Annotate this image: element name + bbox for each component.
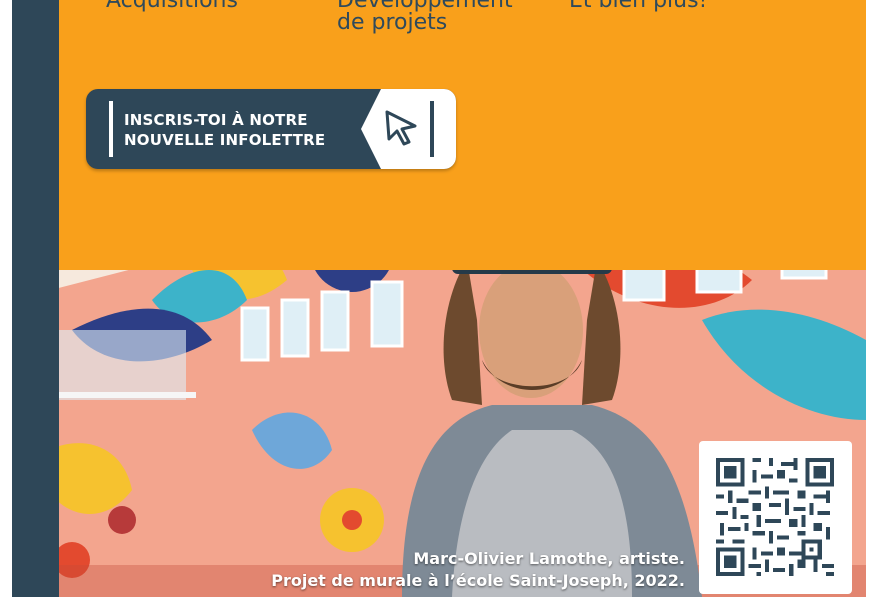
- top-menu-item-label: Acquisitions: [106, 0, 238, 13]
- navy-side-bar: [12, 0, 59, 597]
- cursor-arrow-icon: [385, 110, 417, 146]
- cta-label: INSCRIS-TOI À NOTRE NOUVELLE INFOLETTRE: [124, 110, 325, 150]
- qr-code-card[interactable]: [699, 441, 852, 594]
- top-menu-item-developpement[interactable]: Développement de projets: [337, 0, 513, 34]
- top-menu-item-label-line2: de projets: [337, 10, 448, 35]
- newsletter-signup-button[interactable]: INSCRIS-TOI À NOTRE NOUVELLE INFOLETTRE: [86, 89, 456, 169]
- top-menu-item-acquisitions[interactable]: Acquisitions: [106, 0, 238, 12]
- newsletter-banner: Acquisitions Développement de projets Et…: [0, 0, 875, 597]
- cta-label-line-2: NOUVELLE INFOLETTRE: [124, 131, 326, 149]
- qr-code-icon: [716, 458, 834, 576]
- caption-line-1: Marc-Olivier Lamothe, artiste.: [413, 549, 685, 568]
- cta-divider-left: [109, 101, 113, 157]
- photo-caption: Marc-Olivier Lamothe, artiste. Projet de…: [271, 548, 685, 592]
- cta-divider-right: [430, 101, 434, 157]
- top-menu-item-label: Et bien plus!: [569, 0, 708, 13]
- top-menu-item-et-bien-plus[interactable]: Et bien plus!: [569, 0, 707, 12]
- cta-label-line-1: INSCRIS-TOI À NOTRE: [124, 111, 308, 129]
- caption-line-2: Projet de murale à l’école Saint-Joseph,…: [271, 571, 685, 590]
